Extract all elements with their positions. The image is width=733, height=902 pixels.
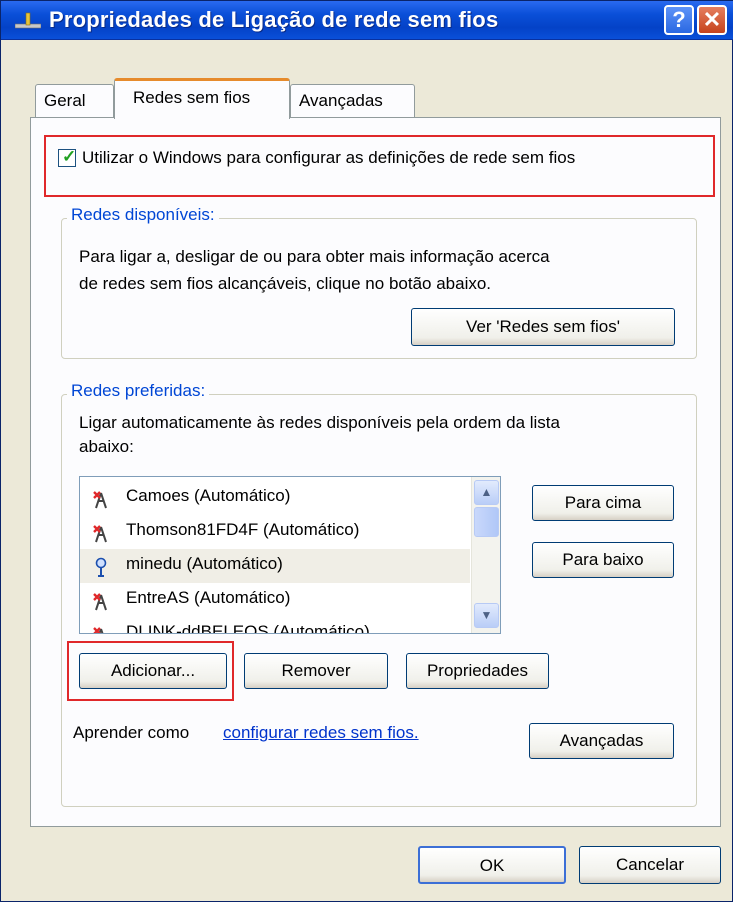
close-button[interactable]: ✕ [697,5,727,35]
move-down-button[interactable]: Para baixo [532,542,674,578]
title-bar[interactable]: Propriedades de Ligação de rede sem fios… [1,1,733,40]
preferred-description-line1: Ligar automaticamente às redes disponíve… [79,413,560,432]
properties-label: Propriedades [426,661,529,680]
network-name: minedu (Automático) [126,554,283,573]
tab-geral-label: Geral [44,91,86,110]
learn-text: Aprender como [73,723,190,742]
network-name: Thomson81FD4F (Automático) [126,520,360,539]
wireless-disconnected-icon [93,491,107,509]
remove-label: Remover [281,661,351,680]
configure-wireless-link[interactable]: configurar redes sem fios. [223,723,419,743]
tab-avancadas[interactable]: Avançadas [290,84,415,118]
available-description-line1: Para ligar a, desligar de ou para obter … [79,247,550,266]
ok-label: OK [479,856,505,875]
scroll-down-icon[interactable]: ▼ [474,603,499,628]
available-description-line2: de redes sem fios alcançáveis, clique no… [79,274,492,293]
scroll-up-icon[interactable]: ▲ [474,480,499,505]
move-up-button[interactable]: Para cima [532,485,674,521]
view-wireless-networks-button[interactable]: Ver 'Redes sem fios' [411,308,675,346]
network-name: DLINK-ddBELEOS (Automático) [126,622,370,634]
view-wireless-networks-label: Ver 'Redes sem fios' [466,317,620,336]
list-item[interactable]: minedu (Automático) [80,549,470,583]
network-connection-icon [15,12,41,29]
highlight-box-checkbox [44,135,715,197]
network-name: EntreAS (Automático) [126,588,291,607]
properties-button[interactable]: Propriedades [406,653,549,689]
cancel-button[interactable]: Cancelar [579,846,721,884]
tab-avancadas-label: Avançadas [299,91,383,110]
highlight-box-add [67,641,234,701]
wireless-connected-icon [95,557,107,577]
wireless-disconnected-icon [93,627,104,633]
tab-redes-sem-fios-label: Redes sem fios [133,88,251,107]
tab-redes-sem-fios[interactable]: Redes sem fios [114,78,290,119]
advanced-button[interactable]: Avançadas [529,723,674,759]
window-title: Propriedades de Ligação de rede sem fios [49,7,499,32]
tab-geral[interactable]: Geral [35,84,114,118]
move-down-label: Para baixo [562,550,644,569]
wireless-disconnected-icon [93,525,107,543]
available-networks-title: Redes disponíveis: [67,205,219,225]
preferred-networks-title: Redes preferidas: [67,381,210,401]
remove-button[interactable]: Remover [244,653,388,689]
advanced-label: Avançadas [559,731,644,750]
help-button[interactable]: ? [664,5,694,35]
properties-dialog: Propriedades de Ligação de rede sem fios… [0,0,733,902]
list-item[interactable]: Thomson81FD4F (Automático) [80,515,470,549]
list-scrollbar[interactable]: ▲ ▼ [471,477,500,633]
preferred-description-line2: abaixo: [79,437,134,456]
scroll-thumb[interactable] [474,507,499,537]
network-name: Camoes (Automático) [126,486,291,505]
wireless-disconnected-icon [93,593,107,611]
move-up-label: Para cima [564,493,642,512]
ok-button[interactable]: OK [418,846,566,884]
cancel-label: Cancelar [615,855,685,874]
list-item[interactable]: EntreAS (Automático) [80,583,470,617]
list-item[interactable]: DLINK-ddBELEOS (Automático) [80,617,470,634]
list-item[interactable]: Camoes (Automático) [80,481,470,515]
preferred-networks-list[interactable]: Camoes (Automático) Thomson81FD4F (Autom… [79,476,501,634]
